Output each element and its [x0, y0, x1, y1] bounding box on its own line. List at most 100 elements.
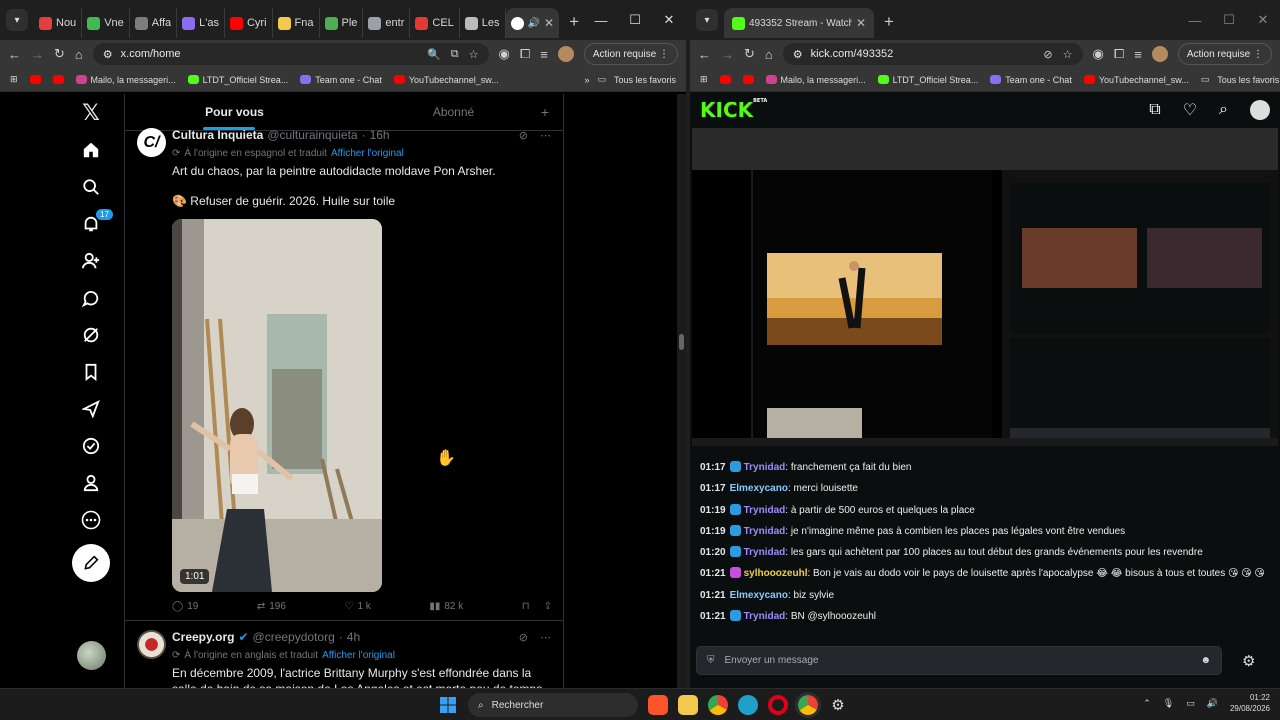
- bookmark-item[interactable]: YouTubechannel_sw...: [393, 75, 499, 85]
- close-window-button[interactable]: ✕: [652, 12, 686, 28]
- post-culturainquieta[interactable]: C/ Cultura Inquieta @culturainquieta · 16h …: [125, 128, 563, 621]
- extension-icon[interactable]: ◉: [1093, 46, 1104, 62]
- repost-button[interactable]: ⇄ 196: [257, 601, 286, 612]
- maximize-button[interactable]: ☐: [1212, 12, 1246, 28]
- page-scrollbar[interactable]: [677, 94, 686, 688]
- tab-active-x[interactable]: 🔊 ✕: [505, 8, 560, 38]
- notifications-nav-icon[interactable]: 17: [82, 205, 113, 242]
- grok-icon[interactable]: ⊘: [519, 129, 528, 142]
- bookmark-item[interactable]: YouTubechannel_sw...: [1083, 75, 1189, 85]
- brave-app-icon[interactable]: [648, 695, 668, 715]
- tab-1[interactable]: Vne: [82, 8, 130, 38]
- avatar[interactable]: C/: [137, 128, 166, 157]
- bookmarks-nav-icon[interactable]: [82, 353, 100, 390]
- chat-message[interactable]: 01:17 Elmexycano: merci louisette: [700, 478, 1270, 499]
- follow-nav-icon[interactable]: [82, 242, 100, 279]
- clock[interactable]: 01:22 29/08/2026: [1230, 692, 1270, 714]
- puzzle-icon[interactable]: ⧠: [1114, 46, 1124, 62]
- tab-0[interactable]: Nou: [34, 8, 83, 38]
- more-nav-icon[interactable]: [81, 501, 101, 538]
- profile-avatar[interactable]: [1151, 46, 1168, 62]
- back-icon[interactable]: ←: [698, 47, 711, 62]
- apps-icon[interactable]: ⊞: [10, 74, 18, 85]
- more-icon[interactable]: ⋯: [540, 129, 551, 142]
- chat-message[interactable]: 01:21 sylhooozeuhl: Bon je vais au dodo v…: [700, 563, 1270, 584]
- like-button[interactable]: ♡ 1 k: [344, 601, 370, 612]
- tab-4[interactable]: Cyri: [225, 8, 273, 38]
- chat-message[interactable]: 01:20 Trynidad: les gars qui achètent par…: [700, 542, 1270, 563]
- chat-message[interactable]: 01:17 Trynidad: franchement ça fait du bi…: [700, 457, 1270, 478]
- url-text[interactable]: kick.com/493352: [811, 48, 894, 60]
- show-original-link[interactable]: Afficher l'original: [322, 650, 395, 661]
- puzzle-icon[interactable]: ⧠: [520, 46, 530, 62]
- close-icon[interactable]: ✕: [856, 16, 866, 30]
- tab-for-you[interactable]: Pour vous: [125, 94, 344, 130]
- bookmark-item[interactable]: [52, 75, 64, 85]
- extension-icon[interactable]: ◉: [499, 46, 510, 62]
- reload-icon[interactable]: ↻: [744, 46, 755, 62]
- site-info-icon[interactable]: ⚙: [793, 48, 803, 61]
- microphone-icon[interactable]: 🎙: [1163, 698, 1174, 709]
- star-icon[interactable]: ☆: [1063, 48, 1073, 61]
- emoji-icon[interactable]: ☻: [1200, 655, 1211, 666]
- bookmark-item[interactable]: [29, 75, 41, 85]
- home-icon[interactable]: ⌂: [765, 47, 773, 62]
- omnibox[interactable]: ⚙ x.com/home 🔍 ⧉ ☆: [92, 43, 489, 65]
- compose-post-button[interactable]: [72, 544, 110, 582]
- kick-logo[interactable]: KICKBETA: [700, 98, 767, 122]
- bookmark-item[interactable]: Team one - Chat: [300, 75, 382, 85]
- url-text[interactable]: x.com/home: [121, 48, 181, 60]
- tab-3[interactable]: L'as: [177, 8, 225, 38]
- post-video[interactable]: 1:01: [172, 219, 382, 592]
- chat-settings-gear-icon[interactable]: ⚙: [1242, 652, 1255, 670]
- maximize-button[interactable]: ☐: [618, 12, 652, 28]
- chat-message[interactable]: 01:21 Elmexycano: biz sylvie: [700, 585, 1270, 606]
- grok-icon[interactable]: ⊘: [519, 631, 528, 644]
- chat-username[interactable]: Elmexycano: [730, 590, 788, 601]
- start-button[interactable]: [438, 695, 458, 715]
- opera-app-icon[interactable]: [768, 695, 788, 715]
- chat-username[interactable]: Trynidad: [744, 505, 786, 516]
- tab-search-dropdown[interactable]: ▾: [696, 9, 718, 31]
- tab-2[interactable]: Affa: [130, 8, 178, 38]
- forward-icon[interactable]: →: [721, 47, 734, 62]
- bookmark-icon[interactable]: ⊓: [522, 601, 530, 612]
- omnibox[interactable]: ⚙ kick.com/493352 ⊘ ☆: [782, 43, 1083, 65]
- jobs-nav-icon[interactable]: [82, 390, 100, 427]
- bookmark-item[interactable]: Mailo, la messageri...: [75, 75, 176, 85]
- minimize-button[interactable]: —: [1178, 13, 1212, 28]
- file-explorer-icon[interactable]: [678, 695, 698, 715]
- display-icon[interactable]: ▭: [1186, 698, 1195, 709]
- tab-7[interactable]: entr: [363, 8, 411, 38]
- following-heart-icon[interactable]: ♡: [1183, 100, 1197, 120]
- post-time[interactable]: 4h: [347, 630, 360, 644]
- chat-username[interactable]: Elmexycano: [730, 483, 788, 494]
- minimize-button[interactable]: —: [584, 13, 618, 28]
- bookmarks-more-button[interactable]: »: [584, 75, 589, 85]
- site-info-icon[interactable]: ⚙: [103, 48, 113, 61]
- chat-input[interactable]: ⛨ Envoyer un message ☻: [696, 646, 1222, 675]
- chrome-app-icon[interactable]: [708, 695, 728, 715]
- bookmark-item[interactable]: LTDT_Officiel Strea...: [877, 75, 978, 85]
- apps-icon[interactable]: ⊞: [700, 74, 708, 85]
- home-icon[interactable]: ⌂: [75, 47, 83, 62]
- new-tab-button[interactable]: +: [874, 12, 904, 32]
- tab-9[interactable]: Les: [460, 8, 506, 38]
- chat-username[interactable]: sylhooozeuhl: [744, 568, 808, 579]
- post-handle[interactable]: @culturainquieta: [267, 128, 357, 142]
- zoom-icon[interactable]: 🔍: [427, 48, 441, 61]
- bookmark-item[interactable]: [742, 75, 754, 85]
- post-creepydotorg[interactable]: Creepy.org ✔ @creepydotorg · 4h ⊘ ⋯ ⟳ À l'orig…: [125, 621, 563, 688]
- close-window-button[interactable]: ✕: [1246, 12, 1280, 28]
- install-icon[interactable]: ⧉: [451, 48, 459, 61]
- search-icon[interactable]: ⌕: [1219, 101, 1228, 119]
- close-icon[interactable]: ✕: [544, 16, 554, 30]
- all-bookmarks-link[interactable]: Tous les favoris: [1217, 75, 1279, 85]
- add-feed-icon[interactable]: +: [541, 104, 549, 120]
- chat-username[interactable]: Trynidad: [744, 462, 786, 473]
- chevron-up-icon[interactable]: ⌃: [1143, 698, 1151, 709]
- user-avatar[interactable]: [1250, 100, 1270, 120]
- bookmark-item[interactable]: Team one - Chat: [990, 75, 1072, 85]
- account-avatar[interactable]: [77, 641, 106, 670]
- taskbar-search[interactable]: ⌕ Rechercher: [468, 693, 638, 717]
